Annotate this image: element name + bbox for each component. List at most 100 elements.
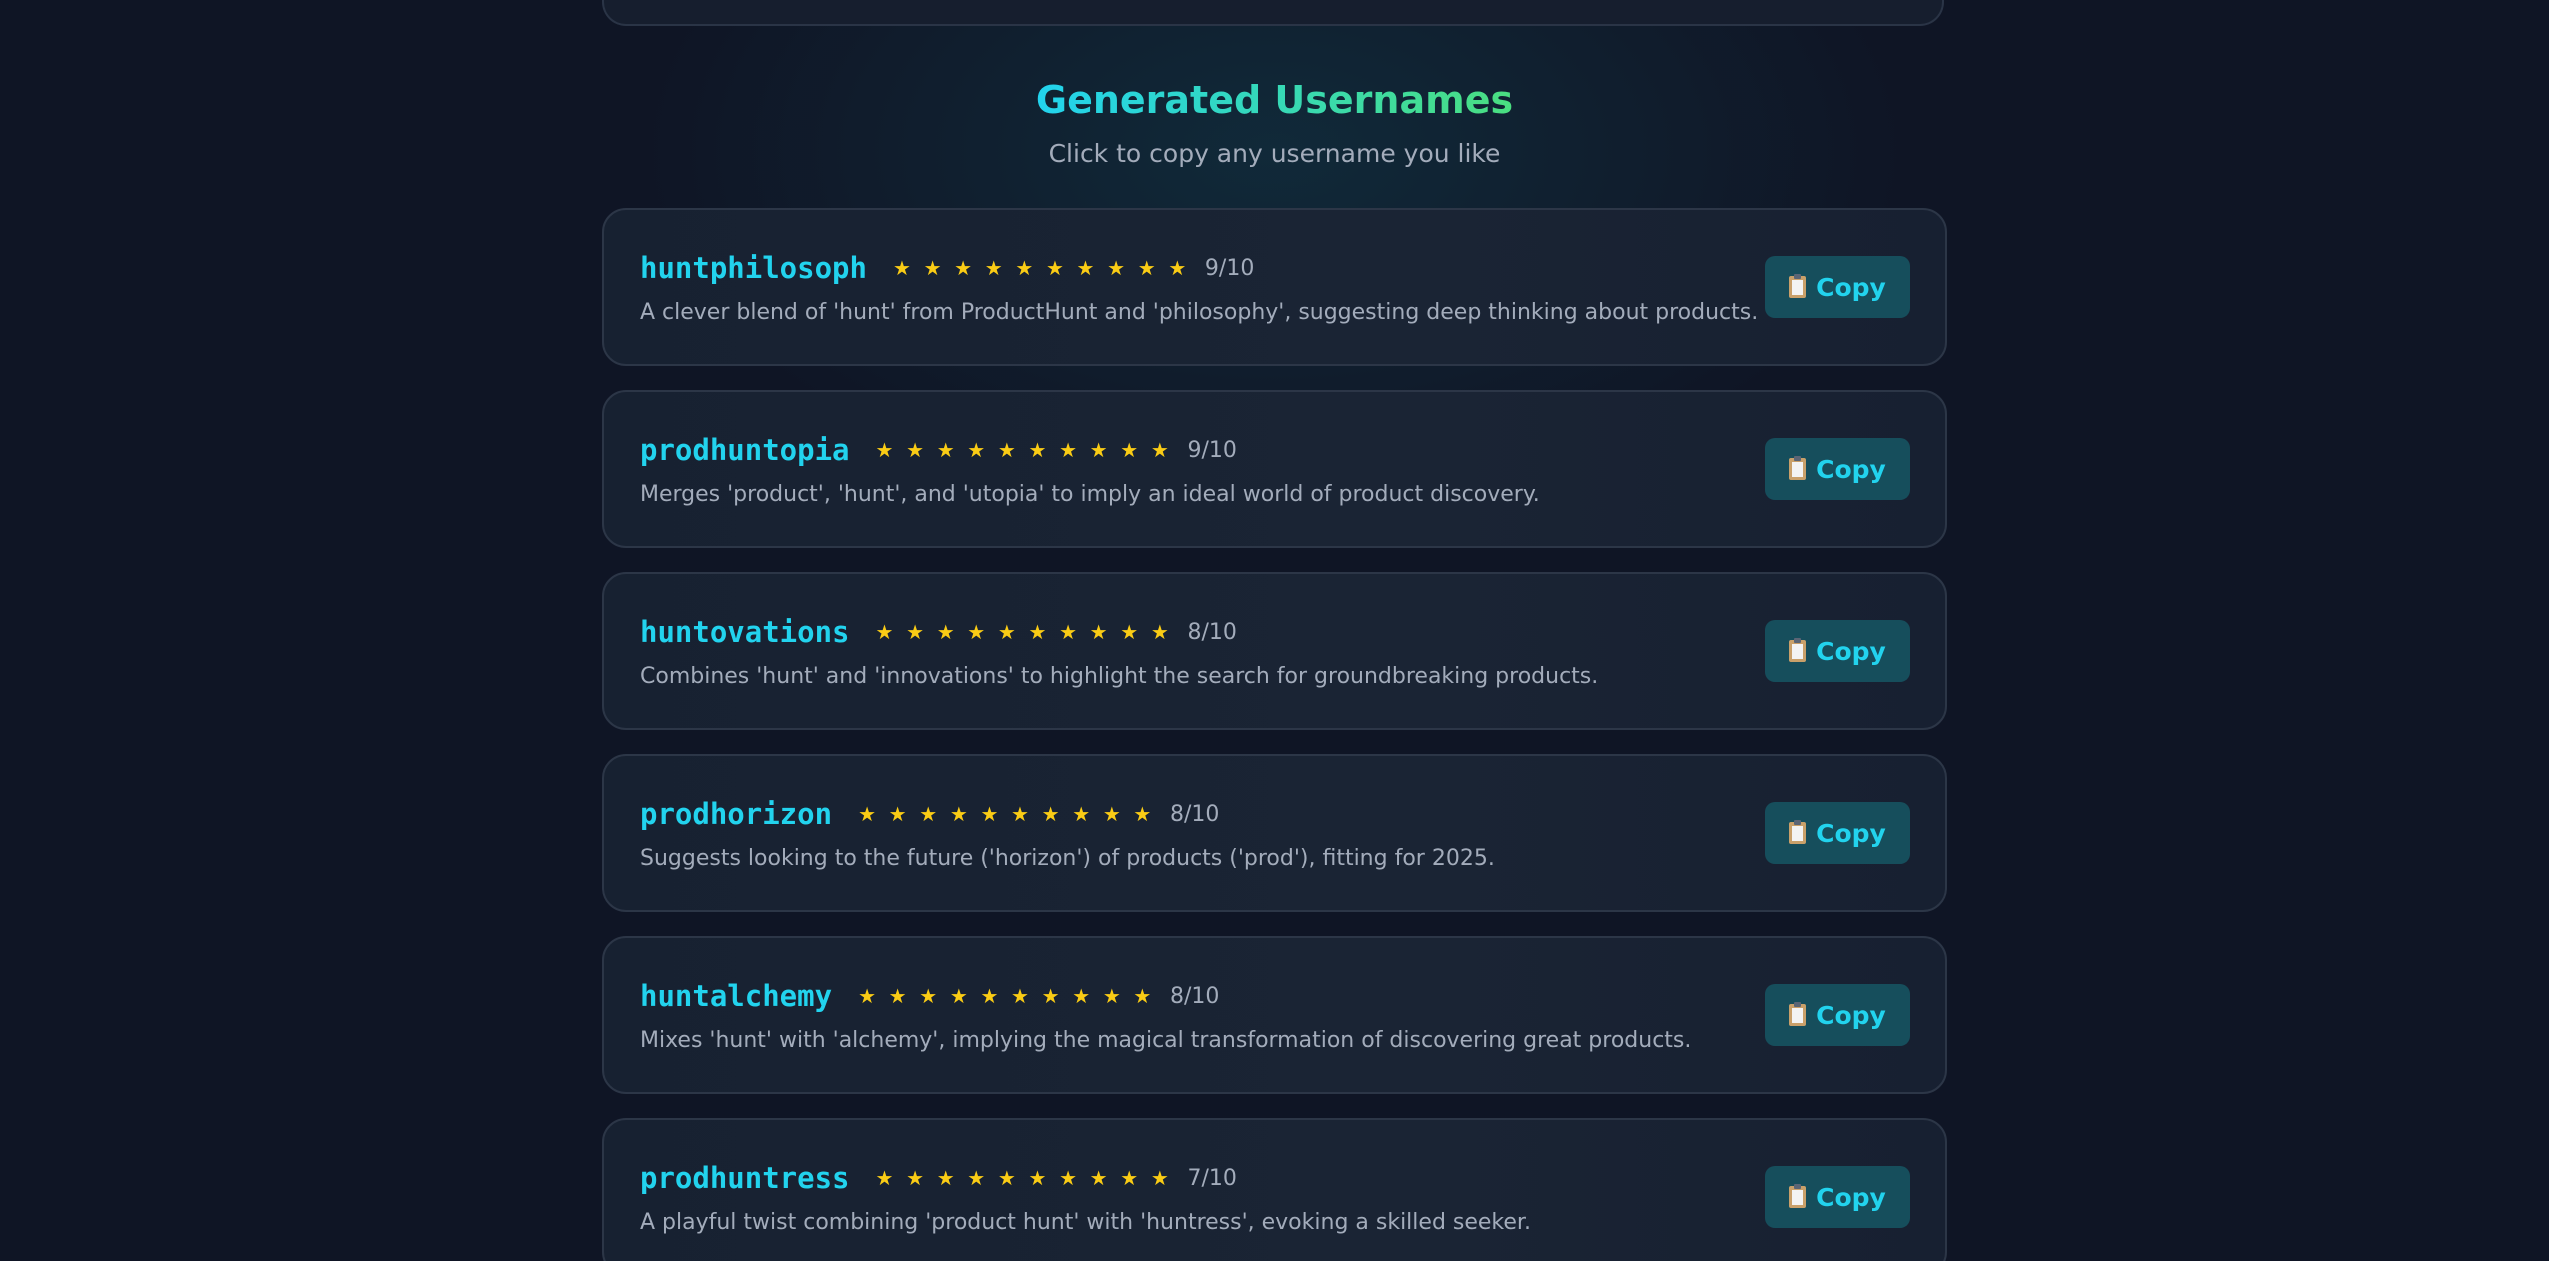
star-icon: ★ xyxy=(936,438,955,462)
star-icon: ★ xyxy=(888,802,907,826)
username-text: huntalchemy xyxy=(640,979,833,1013)
star-icon: ★ xyxy=(1120,620,1139,644)
star-icon: ★ xyxy=(1133,802,1152,826)
clipboard-icon xyxy=(1789,1002,1807,1026)
star-icon: ★ xyxy=(888,984,907,1008)
clipboard-icon xyxy=(1789,1184,1807,1208)
username-description: A clever blend of 'hunt' from ProductHun… xyxy=(640,300,1759,325)
rating-stars: ★ ★ ★ ★ ★ ★ ★ ★ ★ ★ xyxy=(876,440,1182,460)
star-icon: ★ xyxy=(1041,802,1060,826)
rating-stars: ★ ★ ★ ★ ★ ★ ★ ★ ★ ★ xyxy=(893,258,1199,278)
rating-score: 8/10 xyxy=(1170,801,1220,827)
star-icon: ★ xyxy=(1015,256,1034,280)
star-icon: ★ xyxy=(980,984,999,1008)
copy-button[interactable]: Copy xyxy=(1765,256,1910,318)
star-icon: ★ xyxy=(954,256,973,280)
star-icon: ★ xyxy=(906,438,925,462)
star-icon: ★ xyxy=(1041,984,1060,1008)
rating-stars: ★ ★ ★ ★ ★ ★ ★ ★ ★ ★ xyxy=(876,1168,1182,1188)
rating-score: 9/10 xyxy=(1187,437,1237,463)
star-icon: ★ xyxy=(875,620,894,644)
star-icon: ★ xyxy=(919,984,938,1008)
star-icon: ★ xyxy=(1072,984,1091,1008)
copy-button[interactable]: Copy xyxy=(1765,438,1910,500)
star-icon: ★ xyxy=(1150,620,1169,644)
star-icon: ★ xyxy=(1072,802,1091,826)
username-header-row: prodhuntopia ★ ★ ★ ★ ★ ★ ★ ★ ★ ★ 9/10 xyxy=(640,430,1237,470)
copy-button[interactable]: Copy xyxy=(1765,802,1910,864)
star-icon: ★ xyxy=(1168,256,1187,280)
star-icon: ★ xyxy=(1011,984,1029,1008)
username-description: Combines 'hunt' and 'innovations' to hig… xyxy=(640,664,1599,689)
username-description: Mixes 'hunt' with 'alchemy', implying th… xyxy=(640,1028,1692,1053)
copy-button-label: Copy xyxy=(1816,818,1886,848)
clipboard-icon xyxy=(1789,638,1807,662)
star-icon: ★ xyxy=(892,256,911,280)
username-header-row: prodhorizon ★ ★ ★ ★ ★ ★ ★ ★ ★ ★ 8/10 xyxy=(640,794,1219,834)
star-icon: ★ xyxy=(1137,256,1156,280)
page-subtitle: Click to copy any username you like xyxy=(1048,139,1501,168)
star-icon: ★ xyxy=(1120,1166,1139,1190)
copy-button[interactable]: Copy xyxy=(1765,1166,1910,1228)
star-icon: ★ xyxy=(936,1166,955,1190)
star-icon: ★ xyxy=(1102,802,1121,826)
username-card[interactable]: huntovations ★ ★ ★ ★ ★ ★ ★ ★ ★ ★ 8/10 Combines 'hunt… xyxy=(602,572,1947,730)
clipboard-icon xyxy=(1789,820,1807,844)
previous-section-card xyxy=(602,0,1944,26)
username-text: huntovations xyxy=(640,615,850,649)
star-icon: ★ xyxy=(906,1166,925,1190)
star-icon: ★ xyxy=(1150,438,1169,462)
rating-score: 8/10 xyxy=(1187,619,1237,645)
username-card[interactable]: prodhorizon ★ ★ ★ ★ ★ ★ ★ ★ ★ ★ 8/10 Suggests lookin… xyxy=(602,754,1947,912)
page: Generated Usernames Click to copy any us… xyxy=(0,0,2549,1261)
star-icon: ★ xyxy=(967,620,986,644)
star-icon: ★ xyxy=(997,438,1016,462)
username-card[interactable]: huntalchemy ★ ★ ★ ★ ★ ★ ★ ★ ★ ★ 8/10 Mixes 'hunt' wi… xyxy=(602,936,1947,1094)
star-icon: ★ xyxy=(997,1166,1016,1190)
rating-stars: ★ ★ ★ ★ ★ ★ ★ ★ ★ ★ xyxy=(876,622,1182,642)
username-header-row: prodhuntress ★ ★ ★ ★ ★ ★ ★ ★ ★ ★ 7/10 xyxy=(640,1158,1237,1198)
username-text: prodhuntopia xyxy=(640,433,850,467)
star-icon: ★ xyxy=(858,802,876,826)
copy-button-label: Copy xyxy=(1816,272,1886,302)
star-icon: ★ xyxy=(967,438,986,462)
star-icon: ★ xyxy=(875,1166,894,1190)
star-icon: ★ xyxy=(1089,620,1108,644)
star-icon: ★ xyxy=(949,984,968,1008)
star-icon: ★ xyxy=(1011,802,1029,826)
username-header-row: huntphilosoph ★ ★ ★ ★ ★ ★ ★ ★ ★ ★ 9/10 xyxy=(640,248,1254,288)
page-title: Generated Usernames xyxy=(0,74,2549,126)
copy-button[interactable]: Copy xyxy=(1765,620,1910,682)
star-icon: ★ xyxy=(1045,256,1064,280)
star-icon: ★ xyxy=(1107,256,1126,280)
star-icon: ★ xyxy=(997,620,1016,644)
star-icon: ★ xyxy=(923,256,942,280)
copy-button[interactable]: Copy xyxy=(1765,984,1910,1046)
star-icon: ★ xyxy=(1059,438,1078,462)
page-title-text: Generated Usernames xyxy=(1035,78,1514,122)
star-icon: ★ xyxy=(1133,984,1152,1008)
star-icon: ★ xyxy=(980,802,999,826)
username-text: prodhorizon xyxy=(640,797,833,831)
star-icon: ★ xyxy=(1028,438,1047,462)
username-card[interactable]: huntphilosoph ★ ★ ★ ★ ★ ★ ★ ★ ★ ★ 9/10 A clever blen… xyxy=(602,208,1947,366)
username-card[interactable]: prodhuntopia ★ ★ ★ ★ ★ ★ ★ ★ ★ ★ 9/10 Merges 'produc… xyxy=(602,390,1947,548)
username-card[interactable]: prodhuntress ★ ★ ★ ★ ★ ★ ★ ★ ★ ★ 7/10 A playful twis… xyxy=(602,1118,1947,1261)
username-list: huntphilosoph ★ ★ ★ ★ ★ ★ ★ ★ ★ ★ 9/10 A clever blen… xyxy=(602,208,1947,1261)
star-icon: ★ xyxy=(1120,438,1139,462)
clipboard-icon xyxy=(1789,274,1807,298)
username-description: Suggests looking to the future ('horizon… xyxy=(640,846,1495,871)
star-icon: ★ xyxy=(1028,1166,1047,1190)
copy-button-label: Copy xyxy=(1816,454,1886,484)
star-icon: ★ xyxy=(1089,1166,1108,1190)
star-icon: ★ xyxy=(984,256,1003,280)
rating-stars: ★ ★ ★ ★ ★ ★ ★ ★ ★ ★ xyxy=(858,986,1164,1006)
star-icon: ★ xyxy=(1028,620,1047,644)
star-icon: ★ xyxy=(967,1166,986,1190)
rating-score: 9/10 xyxy=(1204,255,1255,281)
rating-score: 7/10 xyxy=(1187,1165,1237,1191)
rating-stars: ★ ★ ★ ★ ★ ★ ★ ★ ★ ★ xyxy=(858,804,1164,824)
copy-button-label: Copy xyxy=(1816,1000,1886,1030)
star-icon: ★ xyxy=(949,802,968,826)
clipboard-icon xyxy=(1789,456,1807,480)
